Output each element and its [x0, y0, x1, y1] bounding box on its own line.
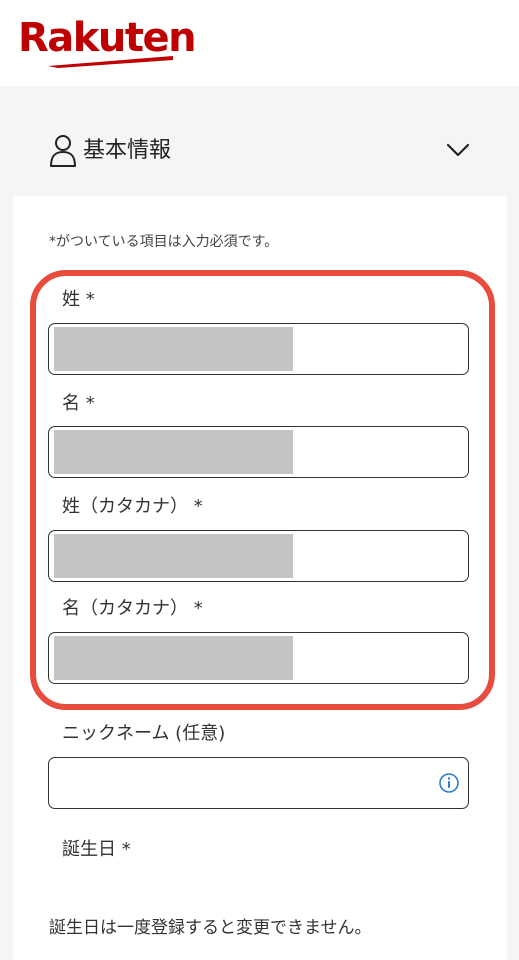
- logo-swoosh-icon: [48, 56, 173, 68]
- last-name-kana-label: 姓（カタカナ） *: [62, 496, 203, 517]
- section-title: 基本情報: [83, 138, 172, 163]
- last-name-label: 姓 *: [62, 289, 95, 310]
- first-name-input[interactable]: [48, 426, 469, 478]
- first-name-kana-label: 名（カタカナ） *: [62, 598, 203, 619]
- redacted-value: [54, 534, 293, 578]
- info-icon[interactable]: [438, 772, 460, 794]
- nickname-label: ニックネーム (任意): [62, 723, 226, 744]
- section-header[interactable]: [0, 86, 519, 196]
- redacted-value: [54, 327, 293, 371]
- redacted-value: [54, 636, 293, 680]
- nickname-input[interactable]: [48, 757, 469, 809]
- redacted-value: [54, 430, 293, 474]
- birthday-note: 誕生日は一度登録すると変更できません。: [49, 918, 372, 938]
- first-name-label: 名 *: [62, 393, 95, 414]
- required-note: *がついている項目は入力必須です。: [49, 234, 279, 250]
- birthday-label: 誕生日 *: [62, 839, 131, 860]
- first-name-kana-input[interactable]: [48, 632, 469, 684]
- last-name-kana-input[interactable]: [48, 530, 469, 582]
- person-icon: [50, 135, 76, 167]
- rakuten-logo[interactable]: Rakuten: [18, 10, 197, 70]
- app-header: Rakuten: [0, 0, 519, 86]
- last-name-input[interactable]: [48, 323, 469, 375]
- chevron-down-icon[interactable]: [446, 142, 470, 158]
